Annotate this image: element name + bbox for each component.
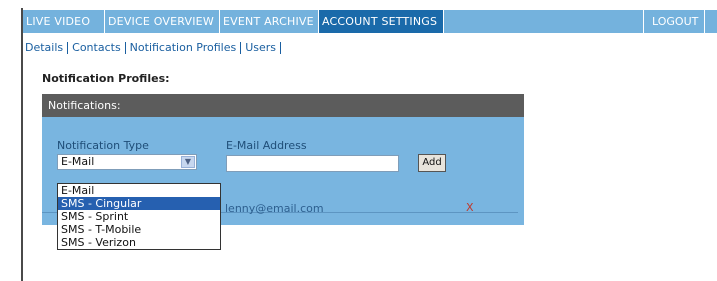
tab-live-video[interactable]: LIVE VIDEO xyxy=(23,10,105,33)
app-frame: LIVE VIDEO DEVICE OVERVIEW EVENT ARCHIVE… xyxy=(21,8,717,281)
page-title: Notification Profiles: xyxy=(42,72,170,85)
subnav-details[interactable]: Details xyxy=(23,41,65,54)
email-field[interactable] xyxy=(226,155,399,172)
panel-title: Notifications: xyxy=(42,94,524,117)
dropdown-option-email[interactable]: E-Mail xyxy=(58,184,220,197)
notification-email: lenny@email.com xyxy=(225,202,324,215)
tab-device-overview[interactable]: DEVICE OVERVIEW xyxy=(105,10,220,33)
chevron-down-icon[interactable]: ▼ xyxy=(181,156,195,168)
sub-navigation: Details Contacts Notification Profiles User… xyxy=(23,39,283,57)
notification-type-value: E-Mail xyxy=(61,155,95,168)
top-navigation: LIVE VIDEO DEVICE OVERVIEW EVENT ARCHIVE… xyxy=(23,10,717,33)
logout-link[interactable]: LOGOUT xyxy=(643,10,705,33)
dropdown-option-sms-sprint[interactable]: SMS - Sprint xyxy=(58,210,220,223)
notification-type-label: Notification Type xyxy=(57,139,149,152)
email-address-label: E-Mail Address xyxy=(226,139,307,152)
notification-type-select[interactable]: E-Mail ▼ xyxy=(57,154,197,170)
add-button[interactable]: Add xyxy=(418,154,446,172)
tab-account-settings[interactable]: ACCOUNT SETTINGS xyxy=(319,10,444,33)
subnav-contacts[interactable]: Contacts xyxy=(70,41,123,54)
delete-icon[interactable]: X xyxy=(466,201,474,214)
dropdown-option-sms-t-mobile[interactable]: SMS - T-Mobile xyxy=(58,223,220,236)
dropdown-option-sms-verizon[interactable]: SMS - Verizon xyxy=(58,236,220,249)
notification-type-dropdown: E-Mail SMS - Cingular SMS - Sprint SMS -… xyxy=(57,183,221,250)
subnav-separator xyxy=(240,42,242,54)
subnav-separator xyxy=(280,42,282,54)
dropdown-option-sms-cingular[interactable]: SMS - Cingular xyxy=(58,197,220,210)
subnav-separator xyxy=(124,42,126,54)
tab-event-archive[interactable]: EVENT ARCHIVE xyxy=(220,10,319,33)
subnav-users[interactable]: Users xyxy=(243,41,278,54)
subnav-notification-profiles[interactable]: Notification Profiles xyxy=(128,41,239,54)
subnav-separator xyxy=(67,42,69,54)
